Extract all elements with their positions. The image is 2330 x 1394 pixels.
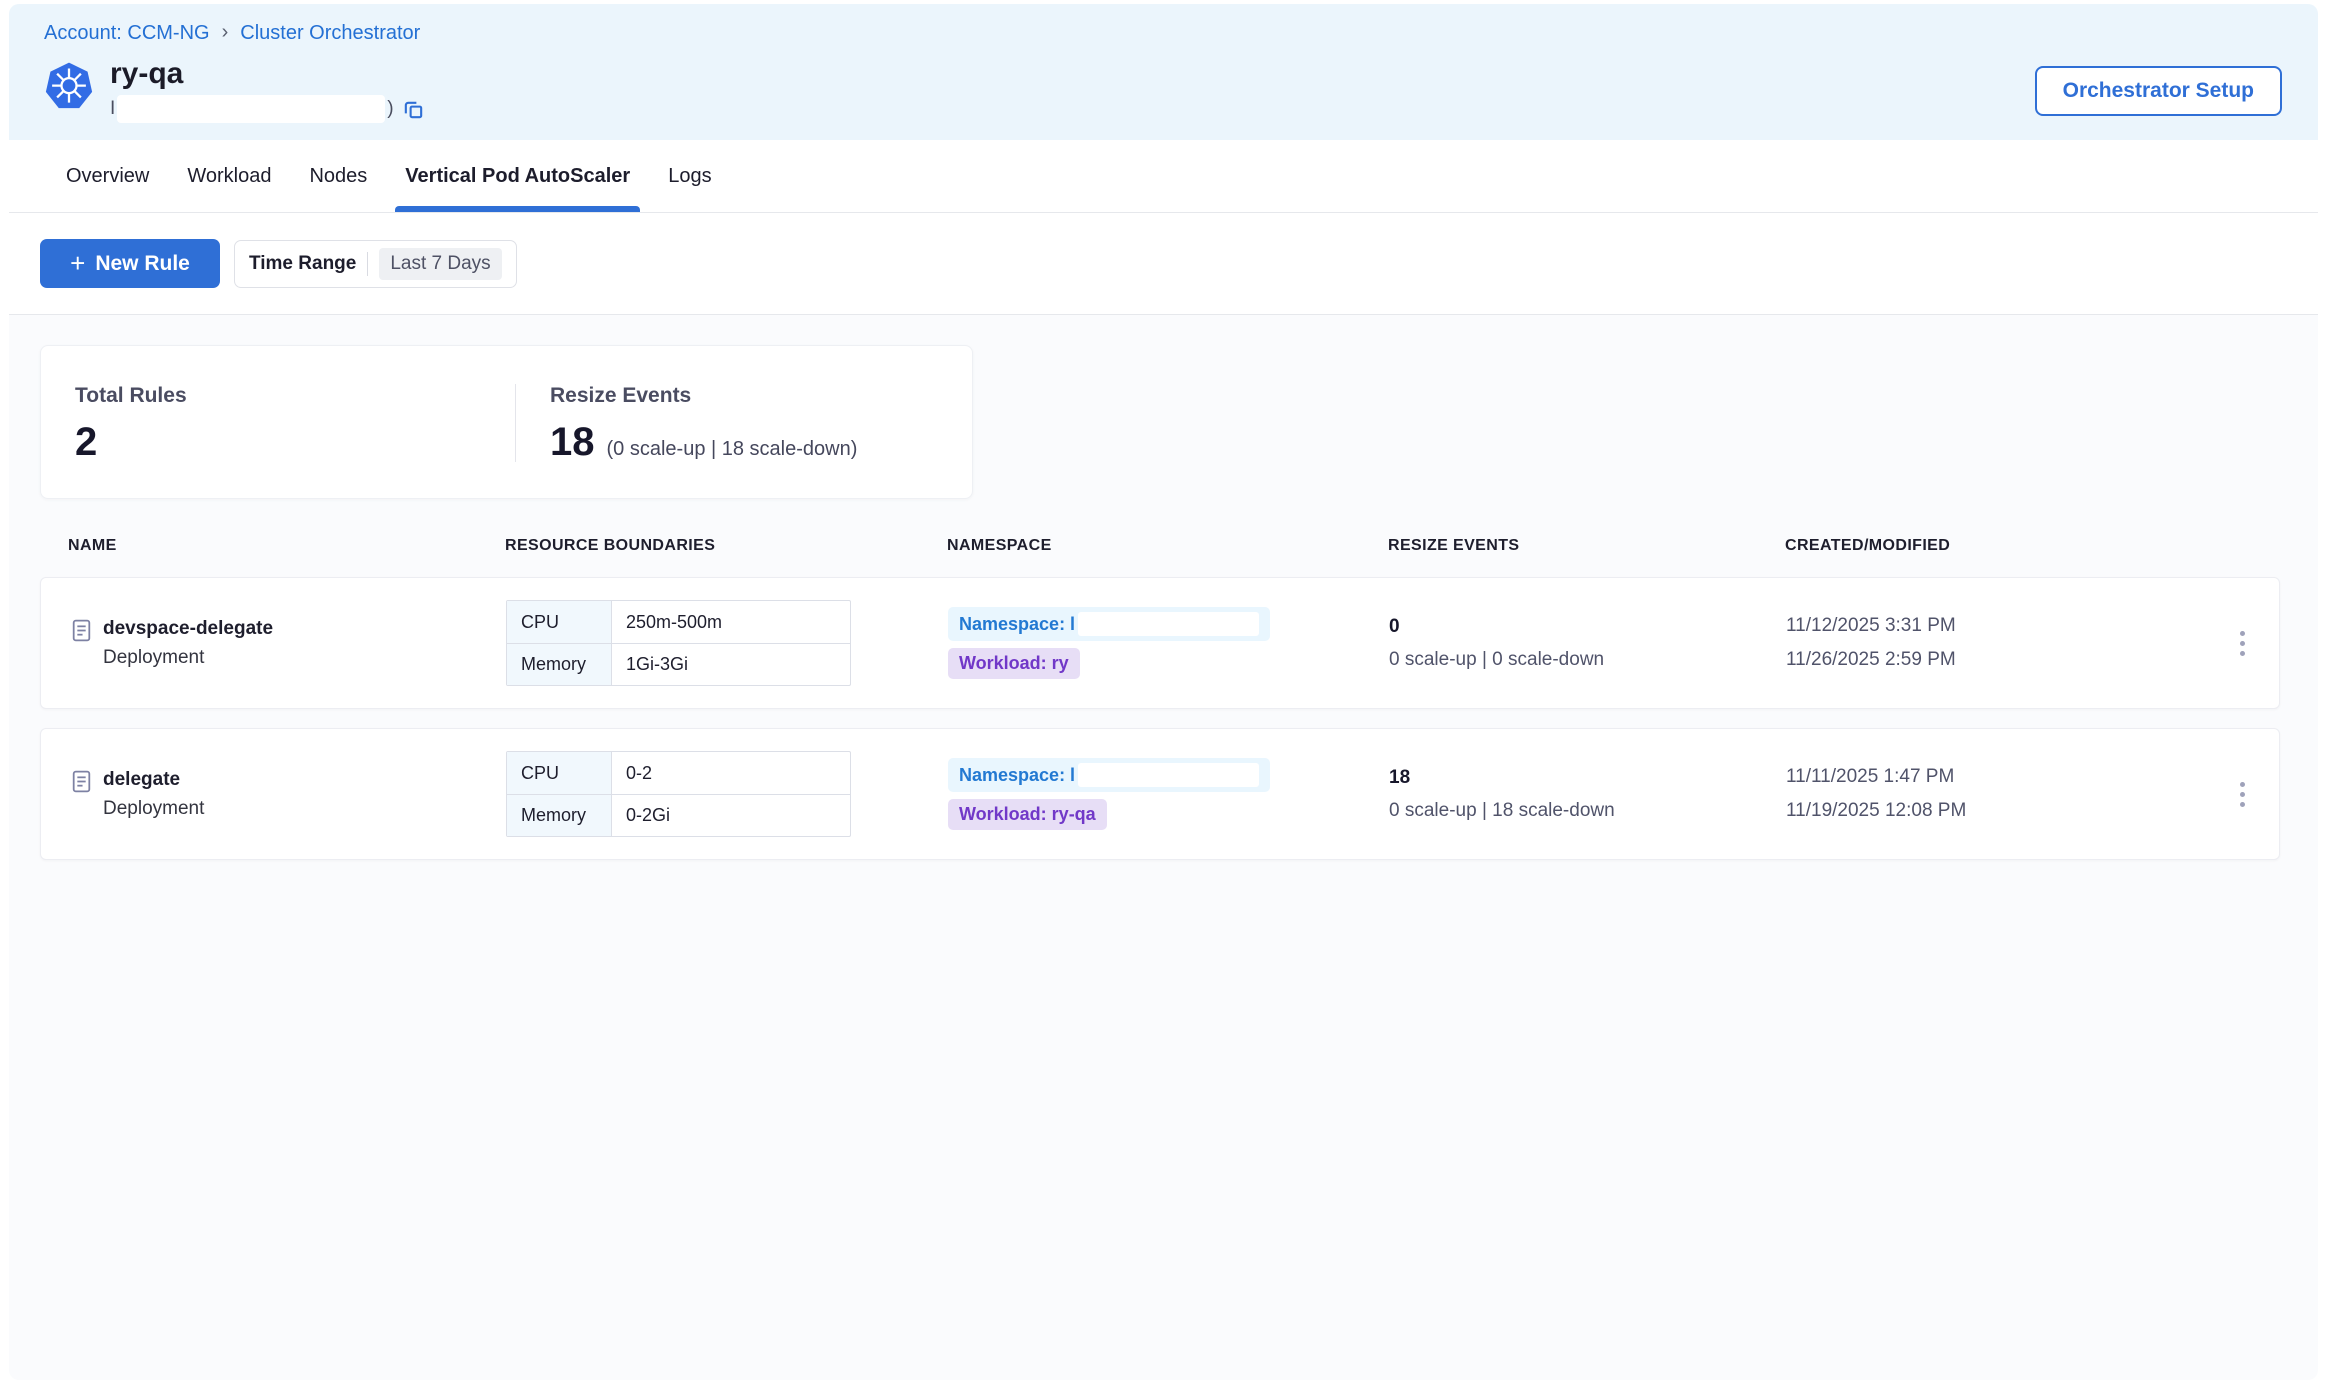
tab-nodes[interactable]: Nodes [309, 140, 367, 212]
kebab-icon [2240, 631, 2245, 636]
row-menu-button[interactable] [2225, 619, 2261, 667]
plus-icon: + [70, 253, 85, 273]
memory-label: Memory [507, 795, 612, 836]
new-rule-label: New Rule [95, 252, 190, 276]
total-rules-value: 2 [75, 422, 97, 462]
kubernetes-icon [44, 61, 94, 111]
namespace-redacted [1078, 612, 1259, 636]
column-header-created-modified: CREATED/MODIFIED [1785, 537, 2205, 555]
kebab-icon [2240, 782, 2245, 787]
memory-range: 1Gi-3Gi [612, 644, 850, 685]
table-header: NAME RESOURCE BOUNDARIES NAMESPACE RESIZ… [40, 537, 2280, 555]
cpu-range: 0-2 [612, 752, 850, 794]
created-modified-cell: 11/12/2025 3:31 PM 11/26/2025 2:59 PM [1786, 609, 2206, 677]
memory-label: Memory [507, 644, 612, 685]
resize-events-label: Resize Events [550, 384, 857, 408]
total-rules-label: Total Rules [75, 384, 515, 408]
tab-overview[interactable]: Overview [66, 140, 149, 212]
table-row[interactable]: delegate Deployment CPU 0-2 Memory [40, 728, 2280, 860]
resize-events-section: Resize Events 18 (0 scale-up | 18 scale-… [550, 384, 857, 462]
chevron-right-icon: › [222, 21, 229, 44]
copy-icon [402, 98, 425, 121]
cluster-id-row: I ) [110, 94, 425, 124]
tabs-bar: Overview Workload Nodes Vertical Pod Aut… [9, 140, 2318, 213]
resize-events-cell: 18 0 scale-up | 18 scale-down [1389, 767, 1786, 822]
breadcrumb-account-link[interactable]: Account: CCM-NG [44, 22, 210, 45]
tab-workload[interactable]: Workload [187, 140, 271, 212]
column-header-name: NAME [68, 537, 505, 555]
rule-name: delegate [103, 768, 204, 792]
workload-badge: Workload: ry [948, 648, 1080, 679]
resource-boundaries-cell: CPU 250m-500m Memory 1Gi-3Gi [506, 600, 948, 686]
copy-button[interactable] [402, 98, 425, 121]
cpu-label: CPU [507, 752, 612, 794]
tab-vertical-pod-autoscaler[interactable]: Vertical Pod AutoScaler [405, 140, 630, 212]
column-header-resize-events: RESIZE EVENTS [1388, 537, 1785, 555]
title-row: ry-qa I ) Orchestrator Setup [44, 57, 2282, 124]
namespace-text: Namespace: l [959, 614, 1075, 635]
cluster-id-suffix: ) [387, 98, 393, 120]
cluster-id-redacted [117, 95, 385, 123]
column-header-namespace: NAMESPACE [947, 537, 1388, 555]
created-date: 11/11/2025 1:47 PM [1786, 760, 2206, 794]
rule-name: devspace-delegate [103, 617, 273, 641]
summary-card: Total Rules 2 Resize Events 18 (0 scale-… [40, 345, 973, 499]
created-date: 11/12/2025 3:31 PM [1786, 609, 2206, 643]
rules-list: devspace-delegate Deployment CPU 250m-50… [40, 577, 2318, 860]
time-range-value: Last 7 Days [379, 248, 501, 280]
namespace-text: Namespace: l [959, 765, 1075, 786]
table-row[interactable]: devspace-delegate Deployment CPU 250m-50… [40, 577, 2280, 709]
tab-logs[interactable]: Logs [668, 140, 711, 212]
app-panel: Account: CCM-NG › Cluster Orchestrator [9, 4, 2318, 1380]
workload-badge: Workload: ry-qa [948, 799, 1107, 830]
document-icon [69, 618, 94, 643]
resize-detail: 0 scale-up | 0 scale-down [1389, 649, 1786, 671]
time-range-label: Time Range [249, 253, 356, 275]
modified-date: 11/19/2025 12:08 PM [1786, 794, 2206, 828]
toolbar: + New Rule Time Range Last 7 Days [9, 213, 2318, 315]
namespace-cell: Namespace: l Workload: ry-qa [948, 758, 1389, 830]
content-area: Total Rules 2 Resize Events 18 (0 scale-… [9, 315, 2318, 1380]
workload-kind: Deployment [103, 647, 273, 669]
page-title: ry-qa [110, 57, 425, 91]
resize-detail: 0 scale-up | 18 scale-down [1389, 800, 1786, 822]
resize-total: 0 [1389, 616, 1786, 638]
resize-events-value: 18 [550, 422, 595, 462]
resize-total: 18 [1389, 767, 1786, 789]
workload-kind: Deployment [103, 798, 204, 820]
time-range-selector[interactable]: Time Range Last 7 Days [234, 240, 517, 288]
time-range-divider [367, 252, 368, 276]
orchestrator-setup-button[interactable]: Orchestrator Setup [2035, 66, 2282, 116]
created-modified-cell: 11/11/2025 1:47 PM 11/19/2025 12:08 PM [1786, 760, 2206, 828]
column-header-resource-boundaries: RESOURCE BOUNDARIES [505, 537, 947, 555]
memory-range: 0-2Gi [612, 795, 850, 836]
total-rules-section: Total Rules 2 [75, 384, 515, 462]
breadcrumb: Account: CCM-NG › Cluster Orchestrator [44, 22, 2282, 45]
namespace-cell: Namespace: l Workload: ry [948, 607, 1389, 679]
resize-events-detail: (0 scale-up | 18 scale-down) [607, 438, 858, 461]
rule-name-cell: delegate Deployment [69, 768, 506, 820]
title-block: ry-qa I ) [110, 57, 425, 124]
new-rule-button[interactable]: + New Rule [40, 239, 220, 288]
modified-date: 11/26/2025 2:59 PM [1786, 643, 2206, 677]
document-icon [69, 769, 94, 794]
summary-divider [515, 384, 516, 462]
namespace-redacted [1078, 763, 1259, 787]
page: Account: CCM-NG › Cluster Orchestrator [0, 0, 2330, 1394]
cpu-range: 250m-500m [612, 601, 850, 643]
resource-boundaries-cell: CPU 0-2 Memory 0-2Gi [506, 751, 948, 837]
cluster-id-prefix: I [110, 98, 115, 120]
namespace-badge: Namespace: l [948, 607, 1270, 641]
cpu-label: CPU [507, 601, 612, 643]
breadcrumb-cluster-orchestrator-link[interactable]: Cluster Orchestrator [240, 22, 420, 45]
rule-name-cell: devspace-delegate Deployment [69, 617, 506, 669]
row-menu-button[interactable] [2225, 770, 2261, 818]
namespace-badge: Namespace: l [948, 758, 1270, 792]
cluster-header: Account: CCM-NG › Cluster Orchestrator [9, 4, 2318, 140]
resize-events-cell: 0 0 scale-up | 0 scale-down [1389, 616, 1786, 671]
